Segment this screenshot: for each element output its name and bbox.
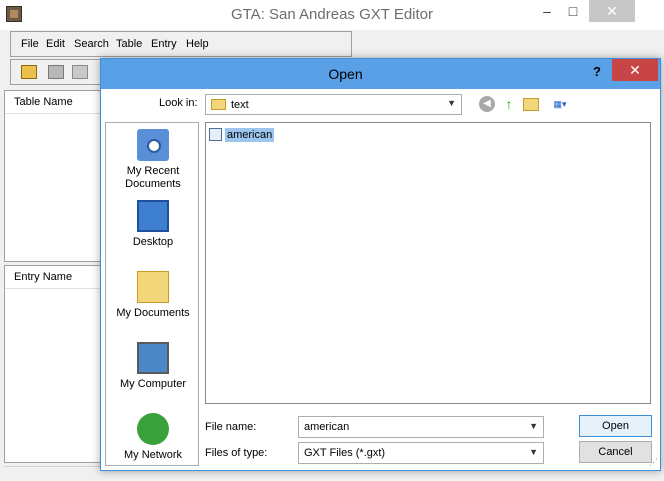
menu-file[interactable]: File (21, 38, 39, 50)
chevron-down-icon: ▼ (447, 98, 456, 108)
file-name-label: File name: (205, 421, 257, 433)
place-my-computer[interactable]: My Computer (106, 342, 200, 391)
minimize-button[interactable]: – (534, 0, 560, 22)
my-network-icon (137, 413, 169, 445)
place-my-network[interactable]: My Network (106, 413, 200, 462)
save-as-icon[interactable] (72, 65, 88, 79)
main-title-bar: GTA: San Andreas GXT Editor – □ ✕ (0, 0, 664, 30)
dialog-close-button[interactable]: ✕ (612, 59, 658, 81)
views-menu-icon[interactable]: ▦▾ (547, 96, 573, 112)
folder-icon (211, 99, 226, 110)
table-list-panel[interactable]: Table Name (4, 90, 104, 262)
maximize-button[interactable]: □ (560, 0, 586, 22)
look-in-value: text (231, 99, 249, 111)
place-desktop[interactable]: Desktop (106, 200, 200, 249)
place-label: My Computer (119, 378, 187, 390)
recent-documents-icon (137, 129, 169, 161)
chevron-down-icon: ▼ (529, 421, 538, 431)
place-label: My Documents (116, 307, 190, 319)
place-my-documents[interactable]: My Documents (106, 271, 200, 320)
gxt-file-icon (209, 128, 222, 141)
close-button[interactable]: ✕ (589, 0, 635, 22)
entry-list-panel[interactable]: Entry Name (4, 265, 104, 463)
save-icon[interactable] (48, 65, 64, 79)
files-of-type-dropdown[interactable]: GXT Files (*.gxt) ▼ (298, 442, 544, 464)
table-name-header[interactable]: Table Name (5, 91, 103, 114)
help-button[interactable]: ? (587, 62, 607, 82)
open-dialog: Open ? ✕ Look in: text ▼ ◀ ↑ ▦▾ My Recen… (100, 58, 661, 471)
place-recent-documents[interactable]: My Recent Documents (106, 129, 200, 191)
file-name-value: american (304, 421, 350, 433)
back-icon[interactable]: ◀ (479, 96, 495, 112)
menu-entry[interactable]: Entry (151, 38, 177, 50)
files-of-type-label: Files of type: (205, 447, 268, 459)
file-list[interactable]: american (205, 122, 651, 404)
cancel-button[interactable]: Cancel (579, 441, 652, 463)
dialog-title-bar: Open ? ✕ (101, 59, 660, 89)
new-folder-icon[interactable] (523, 98, 539, 111)
file-name-field[interactable]: american ▼ (298, 416, 544, 438)
up-folder-icon[interactable]: ↑ (501, 96, 517, 112)
menu-table[interactable]: Table (116, 38, 142, 50)
menu-help[interactable]: Help (186, 38, 209, 50)
place-label: My Recent Documents (125, 165, 181, 190)
menu-search[interactable]: Search (74, 38, 109, 50)
resize-grip-icon[interactable]: ⋰ (649, 457, 658, 468)
files-of-type-value: GXT Files (*.gxt) (304, 447, 386, 459)
my-computer-icon (137, 342, 169, 374)
look-in-label: Look in: (159, 97, 198, 109)
places-bar: My Recent Documents Desktop My Documents… (105, 122, 199, 466)
desktop-icon (137, 200, 169, 232)
my-documents-icon (137, 271, 169, 303)
file-name: american (225, 128, 275, 142)
open-button[interactable]: Open (579, 415, 652, 437)
dialog-title: Open (328, 66, 363, 82)
toolbar (10, 59, 110, 85)
place-label: My Network (123, 449, 183, 461)
place-label: Desktop (132, 236, 174, 248)
menu-edit[interactable]: Edit (46, 38, 65, 50)
menu-bar: File Edit Search Table Entry Help (10, 31, 352, 57)
chevron-down-icon: ▼ (529, 447, 538, 457)
open-folder-icon[interactable] (21, 65, 37, 79)
entry-name-header[interactable]: Entry Name (5, 266, 103, 289)
look-in-dropdown[interactable]: text ▼ (205, 94, 462, 115)
